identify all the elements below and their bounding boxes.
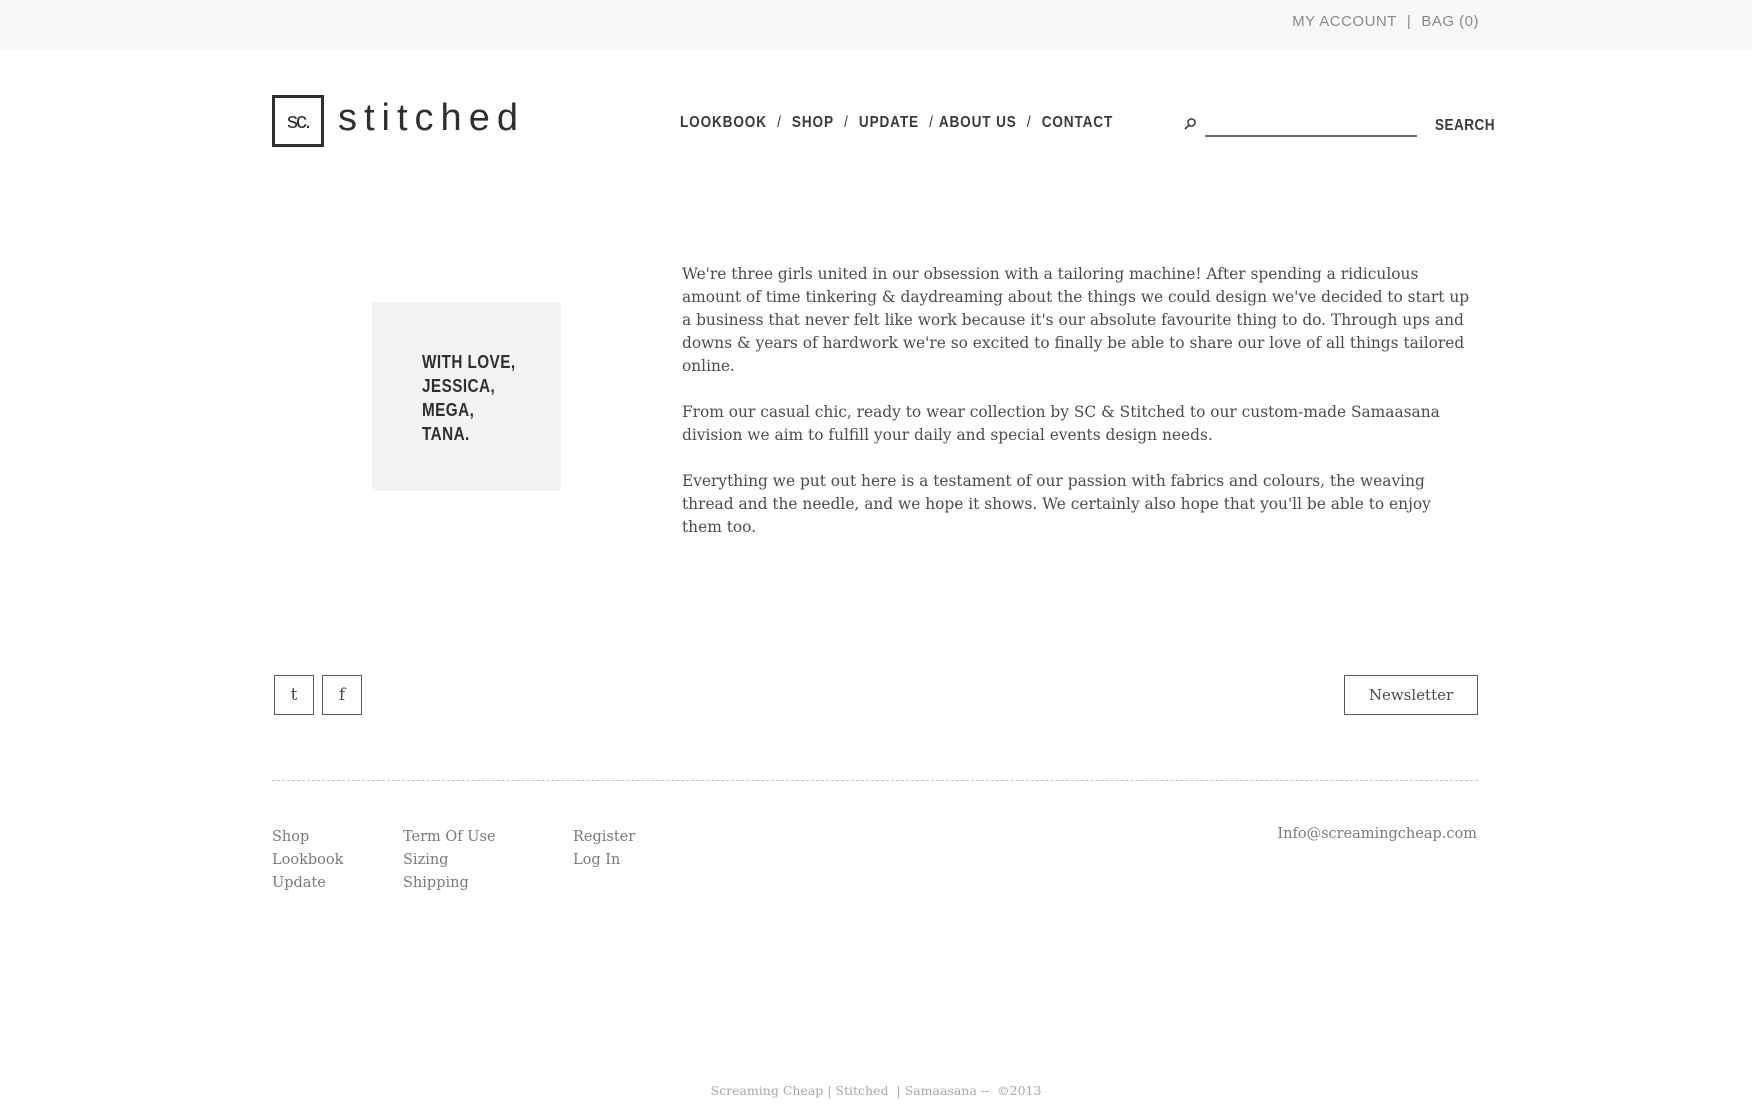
about-paragraph: From our casual chic, ready to wear coll…	[682, 403, 1440, 444]
search-input[interactable]	[1205, 113, 1417, 137]
footer-link-register[interactable]: Register	[573, 826, 635, 849]
twitter-button[interactable]: t	[274, 675, 314, 715]
search-button[interactable]: SEARCH	[1435, 117, 1495, 135]
nav-separator: /	[929, 114, 934, 131]
footer-link-sizing[interactable]: Sizing	[403, 849, 496, 872]
footer-column-shop: Shop Lookbook Update	[272, 826, 343, 895]
footer-link-lookbook[interactable]: Lookbook	[272, 849, 343, 872]
nav-item-lookbook[interactable]: LOOKBOOK	[680, 114, 767, 132]
nav-separator: /	[1026, 114, 1032, 131]
signature-line: MEGA,	[422, 400, 475, 420]
logo-wordmark: stitched	[338, 96, 525, 139]
contact-email[interactable]: Info@screamingcheap.com	[1277, 826, 1477, 842]
my-account-link[interactable]: MY ACCOUNT	[1292, 13, 1397, 30]
top-bar: MY ACCOUNT | BAG (0)	[0, 0, 1752, 50]
social-links: t f	[274, 675, 362, 715]
footer-column-account: Register Log In	[573, 826, 635, 872]
newsletter-button[interactable]: Newsletter	[1344, 675, 1478, 715]
about-text: We're three girls united in our obsessio…	[682, 263, 1472, 562]
signature-text: WITH LOVE, JESSICA, MEGA, TANA.	[422, 350, 516, 446]
nav-item-update[interactable]: UPDATE	[859, 114, 919, 132]
nav-separator: /	[844, 114, 849, 131]
topbar-separator: |	[1406, 13, 1412, 30]
footer-divider	[272, 780, 1478, 781]
search-icon	[1184, 118, 1196, 130]
account-links: MY ACCOUNT | BAG (0)	[1292, 13, 1479, 30]
copyright: Screaming Cheap | Stitched | Samaasana -…	[710, 1083, 1042, 1098]
about-paragraph: We're three girls united in our obsessio…	[682, 265, 1470, 375]
site-logo[interactable]: sc. stitched	[272, 95, 525, 147]
footer-link-terms[interactable]: Term Of Use	[403, 826, 496, 849]
signature-card: WITH LOVE, JESSICA, MEGA, TANA.	[372, 302, 561, 491]
about-paragraph: Everything we put out here is a testamen…	[682, 472, 1431, 536]
nav-item-about-us[interactable]: ABOUT US	[939, 114, 1017, 132]
signature-line: JESSICA,	[422, 376, 496, 396]
footer-link-login[interactable]: Log In	[573, 849, 635, 872]
footer-link-shipping[interactable]: Shipping	[403, 872, 496, 895]
nav-item-contact[interactable]: CONTACT	[1042, 114, 1113, 132]
main-nav: LOOKBOOK / SHOP / UPDATE / ABOUT US / CO…	[680, 114, 1113, 132]
logo-mark: sc.	[272, 95, 324, 147]
facebook-button[interactable]: f	[322, 675, 362, 715]
bag-link[interactable]: BAG (0)	[1421, 13, 1479, 30]
footer-column-info: Term Of Use Sizing Shipping	[403, 826, 496, 895]
search-bar: SEARCH	[1183, 113, 1506, 137]
signature-line: WITH LOVE,	[422, 352, 516, 372]
nav-item-shop[interactable]: SHOP	[792, 114, 834, 132]
signature-line: TANA.	[422, 424, 470, 444]
footer-link-update[interactable]: Update	[272, 872, 343, 895]
footer-link-shop[interactable]: Shop	[272, 826, 343, 849]
nav-separator: /	[777, 114, 782, 131]
